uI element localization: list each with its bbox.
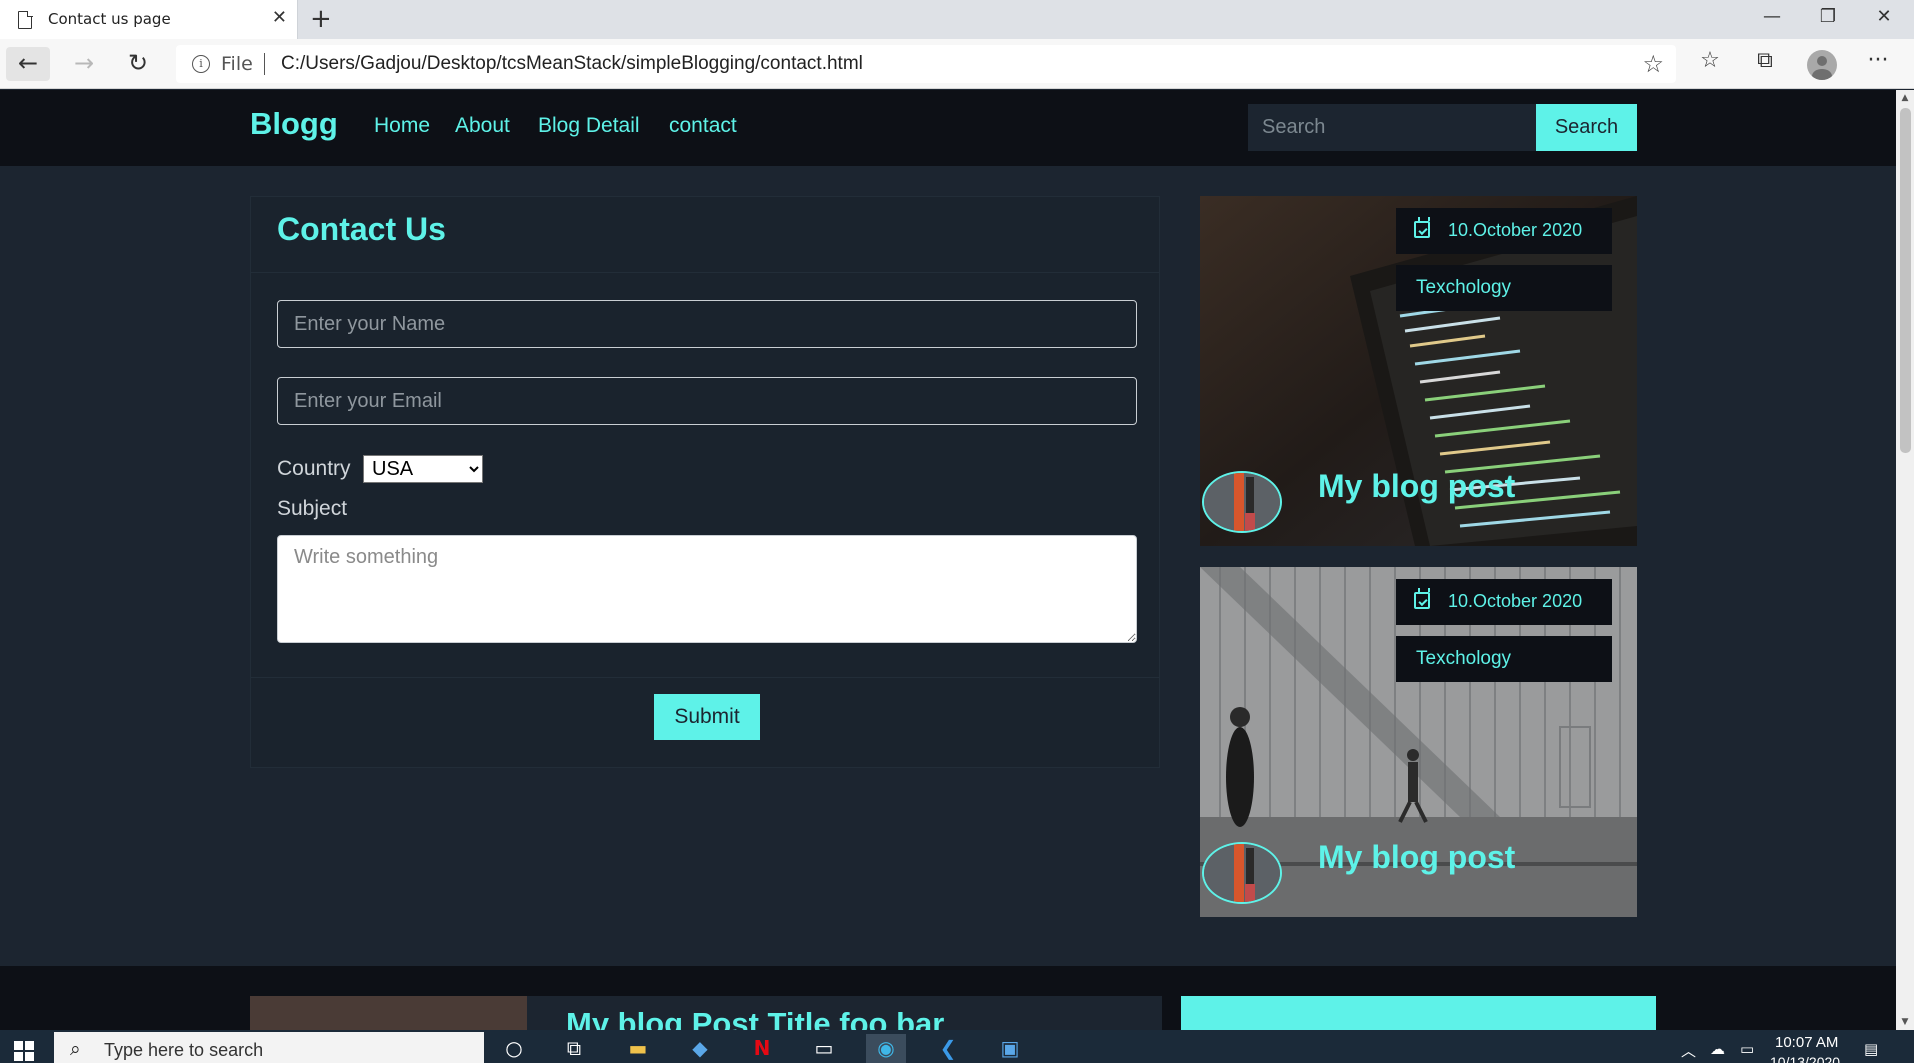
post-date-badge: 10.October 2020: [1396, 579, 1612, 625]
tab-title: Contact us page: [48, 10, 171, 28]
back-button[interactable]: ←: [6, 47, 50, 81]
subject-label: Subject: [277, 497, 348, 520]
url-box[interactable]: i File C:/Users/Gadjou/Desktop/tcsMeanSt…: [176, 45, 1676, 83]
file-label: File: [221, 53, 253, 75]
submit-button[interactable]: Submit: [654, 694, 760, 740]
page-viewport: Blogg Home About Blog Detail contact Sea…: [0, 90, 1896, 1030]
info-icon[interactable]: i: [192, 55, 210, 73]
restore-button[interactable]: ❐: [1808, 6, 1848, 27]
more-menu-icon[interactable]: ···: [1858, 48, 1898, 73]
calendar-icon: [1414, 588, 1430, 609]
forward-button[interactable]: →: [62, 47, 106, 81]
browser-address-bar: ← → ↻ i File C:/Users/Gadjou/Desktop/tcs…: [0, 39, 1914, 89]
site-search-button[interactable]: Search: [1536, 104, 1637, 151]
post-category[interactable]: Texchology: [1396, 265, 1612, 311]
notifications-icon[interactable]: ▤: [1864, 1040, 1878, 1058]
post-date: 10.October 2020: [1448, 591, 1583, 611]
nav-link-blog-detail[interactable]: Blog Detail: [538, 114, 640, 138]
nav-link-about[interactable]: About: [455, 114, 510, 138]
sidebar-widget: [1181, 996, 1656, 1030]
featured-section: My blog Post Title foo bar: [0, 966, 1896, 1030]
scroll-up-arrow[interactable]: ▲: [1896, 90, 1914, 106]
brand-logo[interactable]: Blogg: [250, 106, 338, 142]
featured-post-card[interactable]: My blog Post Title foo bar: [250, 996, 1162, 1030]
blog-post-card[interactable]: 10.October 2020 Texchology My blog post: [1200, 567, 1637, 917]
battery-icon[interactable]: ▭: [1740, 1040, 1754, 1058]
blog-post-card[interactable]: 10.October 2020 Texchology My blog post: [1200, 196, 1637, 546]
favorites-icon[interactable]: ☆: [1690, 48, 1730, 73]
cortana-icon[interactable]: ○: [494, 1034, 534, 1063]
taskbar-date[interactable]: 10/13/2020: [1770, 1054, 1840, 1063]
nav-link-home[interactable]: Home: [374, 114, 430, 138]
featured-post-image: [250, 996, 527, 1030]
contact-card: Contact Us Country USA Subject Submit: [250, 196, 1160, 768]
site-search-input[interactable]: [1248, 104, 1536, 151]
post-title[interactable]: My blog post: [1318, 468, 1515, 505]
browser-tab-bar: Contact us page ✕ + — ❐ ✕: [0, 0, 1914, 39]
new-tab-button[interactable]: +: [310, 4, 332, 34]
collections-icon[interactable]: ⧉: [1745, 48, 1785, 73]
url-text[interactable]: C:/Users/Gadjou/Desktop/tcsMeanStack/sim…: [281, 53, 863, 75]
contact-card-header: Contact Us: [251, 197, 1159, 273]
post-date: 10.October 2020: [1448, 220, 1583, 240]
vscode-icon[interactable]: ❮: [928, 1034, 968, 1063]
scroll-down-arrow[interactable]: ▼: [1896, 1014, 1914, 1030]
url-separator: [264, 53, 265, 75]
netflix-icon[interactable]: N: [742, 1034, 782, 1063]
close-window-button[interactable]: ✕: [1864, 6, 1904, 27]
calendar-icon: [1414, 217, 1430, 238]
search-icon: ⌕: [70, 1038, 81, 1060]
featured-post-title[interactable]: My blog Post Title foo bar: [566, 1006, 944, 1030]
tab-close-icon[interactable]: ✕: [272, 8, 287, 28]
terminal-icon[interactable]: ▭: [804, 1034, 844, 1063]
edge-icon[interactable]: ◉: [866, 1034, 906, 1063]
profile-avatar-icon[interactable]: [1807, 50, 1837, 80]
taskbar-search-box[interactable]: ⌕ Type here to search: [54, 1032, 484, 1063]
page-title: Contact Us: [277, 211, 446, 247]
contact-card-footer: Submit: [251, 677, 1159, 767]
show-hidden-icon[interactable]: ︿: [1681, 1040, 1696, 1061]
task-view-icon[interactable]: ⧉: [554, 1034, 594, 1063]
windows-start-icon[interactable]: [14, 1041, 34, 1061]
country-label: Country: [277, 457, 351, 480]
site-navbar: Blogg Home About Blog Detail contact Sea…: [0, 90, 1896, 166]
page-icon: [18, 10, 33, 29]
scroll-thumb[interactable]: [1900, 108, 1911, 453]
browser-tab[interactable]: Contact us page ✕: [0, 0, 298, 39]
subject-textarea[interactable]: [277, 535, 1137, 643]
reload-button[interactable]: ↻: [116, 47, 160, 81]
post-category[interactable]: Texchology: [1396, 636, 1612, 682]
country-select[interactable]: USA: [363, 455, 483, 483]
app-icon[interactable]: ◆: [680, 1034, 720, 1063]
author-avatar: [1202, 471, 1282, 533]
page-scrollbar[interactable]: ▲ ▼: [1896, 90, 1914, 1030]
post-title[interactable]: My blog post: [1318, 839, 1515, 876]
favorite-star-icon[interactable]: ☆: [1642, 50, 1664, 78]
post-date-badge: 10.October 2020: [1396, 208, 1612, 254]
email-field[interactable]: [277, 377, 1137, 425]
author-avatar: [1202, 842, 1282, 904]
taskbar-search-placeholder: Type here to search: [104, 1040, 264, 1060]
photos-icon[interactable]: ▣: [990, 1034, 1030, 1063]
name-field[interactable]: [277, 300, 1137, 348]
taskbar-time[interactable]: 10:07 AM: [1775, 1034, 1838, 1051]
onedrive-icon[interactable]: ☁: [1710, 1040, 1725, 1058]
minimize-button[interactable]: —: [1752, 6, 1792, 27]
file-explorer-icon[interactable]: ▬: [618, 1034, 658, 1063]
nav-link-contact[interactable]: contact: [669, 114, 737, 138]
windows-taskbar: ⌕ Type here to search ○ ⧉ ▬ ◆ N ▭ ◉ ❮ ▣ …: [0, 1030, 1914, 1063]
